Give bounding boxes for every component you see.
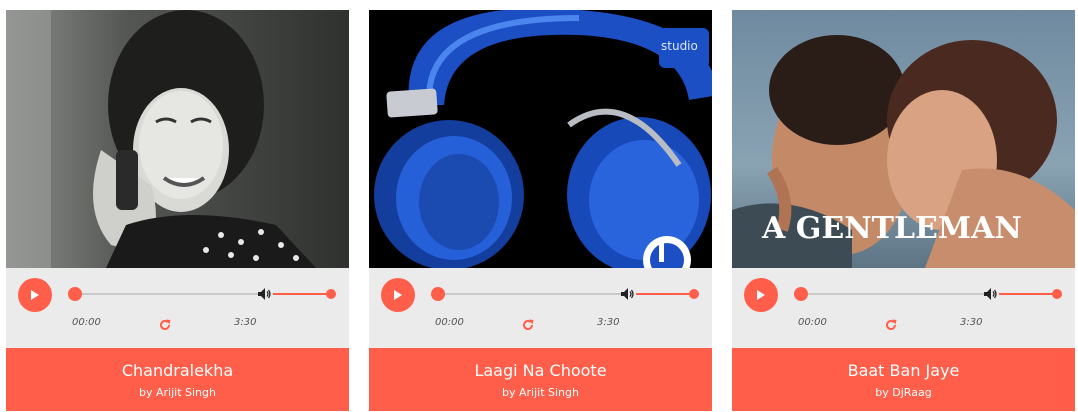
album-art: studio — [369, 10, 712, 268]
volume-slider[interactable] — [273, 289, 336, 299]
blue-headphones-image: studio — [369, 10, 712, 268]
volume-slider[interactable] — [636, 289, 699, 299]
play-icon — [757, 290, 765, 300]
play-icon — [31, 290, 39, 300]
progress-bar[interactable] — [68, 287, 258, 301]
track-artist: by DjRaag — [875, 386, 932, 399]
audio-player: 00:00 3:30 — [732, 268, 1075, 348]
audio-player: 00:00 3:30 — [369, 268, 712, 348]
woman-on-phone-image — [6, 10, 349, 268]
volume-icon[interactable] — [258, 288, 271, 300]
volume-handle[interactable] — [689, 289, 699, 299]
current-time: 00:00 — [72, 317, 101, 328]
volume-icon[interactable] — [984, 288, 997, 300]
duration-time: 3:30 — [960, 317, 983, 328]
progress-handle[interactable] — [794, 287, 808, 301]
track-title: Laagi Na Choote — [474, 361, 607, 380]
track-artist: by Arijit Singh — [139, 386, 216, 399]
progress-handle[interactable] — [431, 287, 445, 301]
audio-player: 00:00 3:30 — [6, 268, 349, 348]
play-button[interactable] — [18, 278, 52, 312]
track-info: Baat Ban Jaye by DjRaag — [732, 348, 1075, 411]
track-info: Chandralekha by Arijit Singh — [6, 348, 349, 411]
repeat-icon[interactable] — [884, 318, 898, 332]
volume-handle[interactable] — [326, 289, 336, 299]
music-player-cards: 00:00 3:30 Chandralekha by Arijit Singh … — [0, 0, 1078, 412]
track-artist: by Arijit Singh — [502, 386, 579, 399]
volume-fill — [999, 293, 1057, 295]
track-title: Baat Ban Jaye — [847, 361, 960, 380]
progress-bar[interactable] — [431, 287, 621, 301]
play-button[interactable] — [381, 278, 415, 312]
track-info: Laagi Na Choote by Arijit Singh — [369, 348, 712, 411]
duration-time: 3:30 — [597, 317, 620, 328]
album-art — [6, 10, 349, 268]
poster-title: A GENTLEMAN — [761, 211, 1022, 246]
volume-icon[interactable] — [621, 288, 634, 300]
duration-time: 3:30 — [234, 317, 257, 328]
track-title: Chandralekha — [121, 361, 234, 380]
player-card: 00:00 3:30 Chandralekha by Arijit Singh — [6, 10, 349, 411]
play-button[interactable] — [744, 278, 778, 312]
current-time: 00:00 — [798, 317, 827, 328]
progress-handle[interactable] — [68, 287, 82, 301]
volume-fill — [273, 293, 331, 295]
play-icon — [394, 290, 402, 300]
player-card: studio 00:00 3:30 Laagi Na Choote by Ari… — [369, 10, 712, 411]
volume-fill — [636, 293, 694, 295]
progress-bar[interactable] — [794, 287, 984, 301]
movie-poster-image: A GENTLEMAN — [732, 10, 1075, 268]
volume-handle[interactable] — [1052, 289, 1062, 299]
album-art: A GENTLEMAN — [732, 10, 1075, 268]
repeat-icon[interactable] — [158, 318, 172, 332]
current-time: 00:00 — [435, 317, 464, 328]
player-card: A GENTLEMAN 00:00 3:30 Baat Ban Jaye by … — [732, 10, 1075, 411]
repeat-icon[interactable] — [521, 318, 535, 332]
volume-slider[interactable] — [999, 289, 1062, 299]
studio-label: studio — [661, 39, 698, 53]
